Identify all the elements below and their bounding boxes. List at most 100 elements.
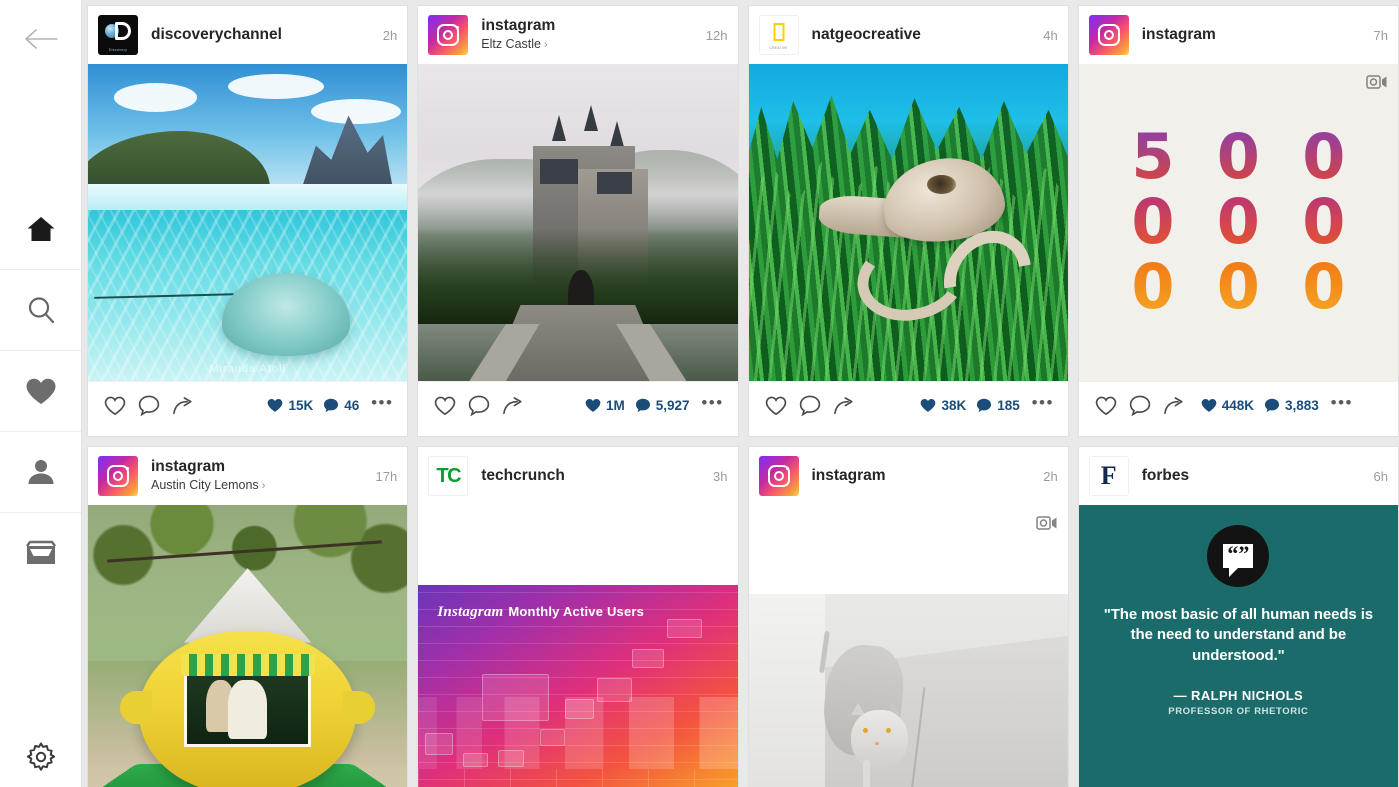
- sidebar-item-activity[interactable]: [0, 350, 81, 431]
- like-count[interactable]: 15K: [267, 398, 313, 413]
- post-username[interactable]: instagram: [1142, 26, 1366, 44]
- chevron-right-icon: ›: [261, 480, 266, 493]
- sidebar-item-search[interactable]: [0, 269, 81, 350]
- inbox-icon: [25, 540, 57, 566]
- digit: 5: [1120, 126, 1185, 188]
- digit: 0: [1120, 255, 1185, 317]
- avatar[interactable]: [428, 15, 469, 55]
- chevron-right-icon: ›: [544, 39, 548, 52]
- sidebar-item-settings[interactable]: [0, 741, 81, 773]
- like-count-value: 1M: [605, 398, 625, 413]
- digit: 0: [1291, 126, 1356, 188]
- cat-video: [748, 505, 1068, 787]
- like-count[interactable]: 1M: [585, 398, 625, 413]
- post-card: F forbes 6h “” "The most basic of all hu…: [1077, 446, 1399, 787]
- post-timestamp: 2h: [382, 27, 398, 43]
- post-media[interactable]: 5 0 0 0 0 0 0 0 0: [1078, 64, 1398, 381]
- avatar[interactable]: [98, 456, 138, 496]
- more-options-button[interactable]: •••: [367, 394, 397, 411]
- post-timestamp: 17h: [375, 468, 398, 484]
- post-media[interactable]: [748, 64, 1068, 381]
- like-count-value: 448K: [1221, 398, 1255, 413]
- sidebar: [0, 0, 82, 787]
- avatar[interactable]: CREATIVE: [758, 15, 799, 55]
- avatar[interactable]: TC: [428, 456, 469, 496]
- discovery-d-icon: [115, 22, 131, 40]
- comment-count-value: 185: [997, 398, 1020, 413]
- person-icon: [26, 457, 56, 487]
- like-count[interactable]: 448K: [1201, 398, 1254, 413]
- avatar[interactable]: [1088, 15, 1129, 55]
- sidebar-item-inbox[interactable]: [0, 512, 81, 593]
- share-button[interactable]: [166, 389, 200, 423]
- post-card: instagram Eltz Castle › 12h 1M 5,927 •••: [417, 5, 739, 437]
- comment-count-value: 46: [344, 398, 360, 413]
- comment-button[interactable]: [132, 389, 166, 423]
- comment-count[interactable]: 185: [976, 398, 1020, 413]
- comment-button[interactable]: [793, 389, 827, 423]
- back-button[interactable]: [0, 0, 81, 78]
- like-button[interactable]: [98, 389, 132, 423]
- search-icon: [26, 295, 56, 325]
- more-options-button[interactable]: •••: [698, 394, 728, 411]
- post-username[interactable]: instagram: [481, 17, 698, 35]
- digit: 0: [1206, 191, 1271, 253]
- comment-button[interactable]: [462, 389, 496, 423]
- post-media[interactable]: Instagram Monthly Active Users: [418, 505, 738, 787]
- more-options-button[interactable]: •••: [1028, 394, 1058, 411]
- comment-count[interactable]: 3,883: [1264, 398, 1319, 413]
- like-button[interactable]: [428, 389, 462, 423]
- post-card: CREATIVE natgeocreative 4h 38K 185 •••: [747, 5, 1069, 437]
- octopus-seagrass-photo: [748, 64, 1068, 381]
- comment-count[interactable]: 46: [323, 398, 359, 413]
- post-username[interactable]: techcrunch: [481, 467, 705, 485]
- avatar[interactable]: Discovery: [98, 15, 138, 55]
- sidebar-item-home[interactable]: [0, 188, 81, 269]
- like-count-value: 38K: [941, 398, 967, 413]
- instagram-mau-chart: Instagram Monthly Active Users: [418, 505, 738, 787]
- post-media[interactable]: “” "The most basic of all human needs is…: [1078, 505, 1398, 787]
- like-count[interactable]: 38K: [920, 398, 966, 413]
- gear-icon: [25, 741, 57, 773]
- digit: 0: [1206, 255, 1271, 317]
- post-location[interactable]: Austin City Lemons ›: [151, 477, 368, 494]
- post-card: TC techcrunch 3h Instagram Monthly Active…: [417, 446, 739, 787]
- post-media[interactable]: [748, 505, 1068, 787]
- share-button[interactable]: [827, 389, 861, 423]
- avatar[interactable]: F: [1088, 456, 1129, 496]
- video-badge-icon: [1366, 74, 1388, 90]
- sidebar-item-profile[interactable]: [0, 431, 81, 512]
- post-timestamp: 2h: [1043, 468, 1058, 484]
- post-header: Discovery discoverychannel 2h: [88, 6, 408, 64]
- digit-grid: 5 0 0 0 0 0 0 0 0: [1120, 126, 1356, 318]
- post-username[interactable]: instagram: [812, 467, 1036, 485]
- post-actions: 38K 185 •••: [748, 381, 1068, 429]
- more-options-button[interactable]: •••: [1327, 394, 1357, 411]
- post-username[interactable]: discoverychannel: [151, 26, 375, 44]
- post-header: CREATIVE natgeocreative 4h: [748, 6, 1068, 64]
- post-username[interactable]: forbes: [1142, 467, 1366, 485]
- comment-button[interactable]: [1123, 389, 1157, 423]
- like-button[interactable]: [759, 389, 793, 423]
- eltz-castle-photo: [418, 64, 738, 381]
- post-username[interactable]: instagram: [151, 458, 368, 476]
- post-media[interactable]: [418, 64, 738, 381]
- comment-count[interactable]: 5,927: [635, 398, 690, 413]
- post-media[interactable]: Miranda Atoll: [88, 64, 408, 381]
- post-username[interactable]: natgeocreative: [812, 26, 1036, 44]
- discovery-wordmark: Discovery: [108, 48, 128, 52]
- quote-text: "The most basic of all human needs is th…: [1103, 606, 1374, 664]
- digit: 0: [1206, 126, 1271, 188]
- chart-title: Instagram Monthly Active Users: [437, 604, 645, 621]
- post-location[interactable]: Eltz Castle ›: [481, 36, 698, 53]
- avatar[interactable]: [758, 456, 799, 496]
- back-arrow-icon: [24, 26, 58, 52]
- digit: 0: [1120, 191, 1185, 253]
- comment-count-value: 5,927: [655, 398, 690, 413]
- quote-author: — Ralph Nichols: [1173, 687, 1304, 703]
- share-button[interactable]: [496, 389, 530, 423]
- post-media[interactable]: [88, 505, 408, 787]
- like-button[interactable]: [1089, 389, 1123, 423]
- post-timestamp: 3h: [713, 468, 728, 484]
- share-button[interactable]: [1157, 389, 1191, 423]
